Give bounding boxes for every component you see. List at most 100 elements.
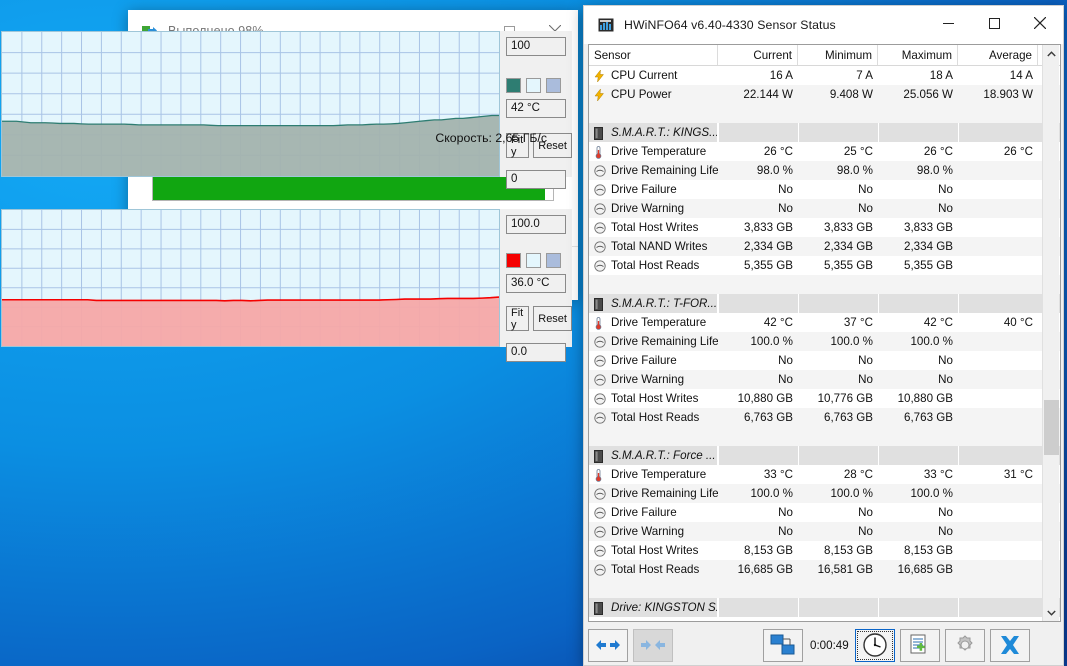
sensor-group-row[interactable]: S.M.A.R.T.: Force ...: [589, 446, 1060, 465]
maximum-value: No: [938, 202, 953, 215]
table-row[interactable]: Total Host Writes 8,153 GB 8,153 GB 8,153 G…: [589, 541, 1060, 560]
table-row[interactable]: CPU Current 16 A 7 A 18 A 14 A: [589, 66, 1060, 85]
hwinfo-titlebar[interactable]: HWiNFO64 v6.40-4330 Sensor Status: [584, 6, 1063, 44]
sensor-name: Total Host Writes: [611, 221, 699, 234]
nav-expand-icon[interactable]: [588, 628, 628, 662]
scroll-up-button[interactable]: [1043, 45, 1059, 62]
maximum-value: 6,763 GB: [904, 411, 953, 424]
sensor-name: Drive Temperature: [611, 145, 707, 158]
drive-temp-swatches: [506, 78, 561, 93]
close-button[interactable]: [1017, 4, 1063, 42]
gauge-icon: [594, 202, 606, 215]
current-value-field[interactable]: 36.0 °C: [506, 274, 566, 293]
table-row[interactable]: CPU Power 22.144 W 9.408 W 25.056 W 18.903 W: [589, 85, 1060, 104]
table-row[interactable]: Drive Failure No No No: [589, 180, 1060, 199]
column-header-current[interactable]: Current: [718, 45, 798, 65]
table-row[interactable]: Drive Remaining Life 98.0 % 98.0 % 98.0 %: [589, 161, 1060, 180]
minimum-value: 8,153 GB: [824, 544, 873, 557]
y-max-field[interactable]: 100.0: [506, 215, 566, 234]
series-color-swatch[interactable]: [506, 78, 521, 93]
maximum-value: No: [938, 183, 953, 196]
average-value: [958, 522, 1038, 541]
clock-icon[interactable]: [854, 628, 895, 662]
table-row[interactable]: Drive Temperature 26 °C 25 °C 26 °C 26 °C: [589, 142, 1060, 161]
table-row[interactable]: Drive Warning No No No: [589, 199, 1060, 218]
close-x-icon[interactable]: [989, 628, 1030, 662]
sensor-group-row[interactable]: Drive: KINGSTON S...: [589, 598, 1060, 617]
table-row[interactable]: Drive Failure No No No: [589, 351, 1060, 370]
sensor-name: Drive Temperature: [611, 468, 707, 481]
background-color-swatch[interactable]: [526, 78, 541, 93]
fit-y-button[interactable]: Fit y: [506, 306, 530, 331]
table-row[interactable]: Total Host Reads 6,763 GB 6,763 GB 6,763 GB: [589, 408, 1060, 427]
current-value: 26 °C: [763, 145, 793, 158]
table-row[interactable]: Drive Warning No No No: [589, 370, 1060, 389]
y-min-field[interactable]: 0.0: [506, 343, 566, 362]
table-row[interactable]: Total Host Reads 5,355 GB 5,355 GB 5,355 GB: [589, 256, 1060, 275]
table-row[interactable]: Total Host Writes 10,880 GB 10,776 GB 10,88…: [589, 389, 1060, 408]
t-sensor-swatches: [506, 253, 561, 268]
gauge-icon: [594, 240, 606, 253]
sensor-group-label: Drive: KINGSTON S...: [611, 601, 718, 614]
drive-temp-plot[interactable]: [1, 31, 500, 177]
column-header-minimum[interactable]: Minimum: [798, 45, 878, 65]
minimum-value: 100.0 %: [830, 487, 873, 500]
maximum-value: 100.0 %: [910, 487, 953, 500]
maximize-button[interactable]: [971, 4, 1017, 42]
scroll-down-button[interactable]: [1043, 604, 1059, 621]
table-row[interactable]: Total NAND Writes 2,334 GB 2,334 GB 2,334 G…: [589, 237, 1060, 256]
sensor-name: Drive Temperature: [611, 316, 707, 329]
gauge-icon: [594, 183, 606, 196]
reset-button[interactable]: Reset: [533, 306, 572, 331]
current-value: No: [778, 525, 793, 538]
maximum-value: 25.056 W: [903, 88, 953, 101]
y-min-field[interactable]: 0: [506, 170, 566, 189]
grid-color-swatch[interactable]: [546, 78, 561, 93]
column-header-average[interactable]: Average: [958, 45, 1038, 65]
maximum-value: 18 A: [929, 69, 953, 82]
minimize-button[interactable]: [925, 4, 971, 42]
table-row[interactable]: Drive Remaining Life 100.0 % 100.0 % 100.0 …: [589, 332, 1060, 351]
sensor-name: Drive Failure: [611, 354, 677, 367]
transfer-speed-label: Скорость: 2,65 ГБ/с: [435, 131, 547, 145]
minimum-value: 2,334 GB: [824, 240, 873, 253]
report-icon[interactable]: [899, 628, 940, 662]
remote-monitor-icon[interactable]: [763, 628, 803, 662]
current-value-field[interactable]: 42 °C: [506, 99, 566, 118]
average-value: [958, 161, 1038, 180]
t-sensor-plot[interactable]: [1, 209, 500, 347]
sensor-group-label: S.M.A.R.T.: T-FOR...: [611, 297, 718, 310]
table-row[interactable]: Drive Warning No No No: [589, 522, 1060, 541]
table-row[interactable]: Total Host Writes 3,833 GB 3,833 GB 3,833 G…: [589, 218, 1060, 237]
table-row[interactable]: Drive Temperature 42 °C 37 °C 42 °C 40 °C: [589, 313, 1060, 332]
column-header-sensor[interactable]: Sensor: [589, 45, 718, 65]
maximum-value: 3,833 GB: [904, 221, 953, 234]
sensor-name: Total Host Writes: [611, 544, 699, 557]
background-color-swatch[interactable]: [526, 253, 541, 268]
current-value: 10,880 GB: [737, 392, 793, 405]
sensor-group-row[interactable]: S.M.A.R.T.: T-FOR...: [589, 294, 1060, 313]
average-value: [958, 218, 1038, 237]
settings-icon[interactable]: [944, 628, 985, 662]
sensor-group-row[interactable]: S.M.A.R.T.: KINGS...: [589, 123, 1060, 142]
table-row[interactable]: Read Activity0.0 %0.0 %0.9 %0.2 %: [589, 617, 1060, 621]
table-spacer-row: [589, 104, 1060, 123]
series-color-swatch[interactable]: [506, 253, 521, 268]
column-header-maximum[interactable]: Maximum: [878, 45, 958, 65]
table-row[interactable]: Drive Failure No No No: [589, 503, 1060, 522]
grid-color-swatch[interactable]: [546, 253, 561, 268]
maximum-value: 26 °C: [923, 145, 953, 158]
table-row[interactable]: Drive Remaining Life 100.0 % 100.0 % 100.0 …: [589, 484, 1060, 503]
thermometer-icon: [594, 468, 606, 482]
maximum-value: 100.0 %: [910, 335, 953, 348]
y-max-field[interactable]: 100: [506, 37, 566, 56]
table-row[interactable]: Total Host Reads 16,685 GB 16,581 GB 16,685…: [589, 560, 1060, 579]
minimum-value: 7 A: [856, 69, 873, 82]
maximum-value: 16,685 GB: [897, 563, 953, 576]
table-row[interactable]: Drive Temperature 33 °C 28 °C 33 °C 31 °C: [589, 465, 1060, 484]
vertical-scrollbar[interactable]: [1042, 45, 1059, 621]
sensor-name: Drive Failure: [611, 183, 677, 196]
minimum-value: 100.0 %: [830, 335, 873, 348]
scrollbar-thumb[interactable]: [1044, 400, 1059, 455]
drive-temp-body: 100 42 °C Fit y Reset 0: [1, 31, 572, 189]
